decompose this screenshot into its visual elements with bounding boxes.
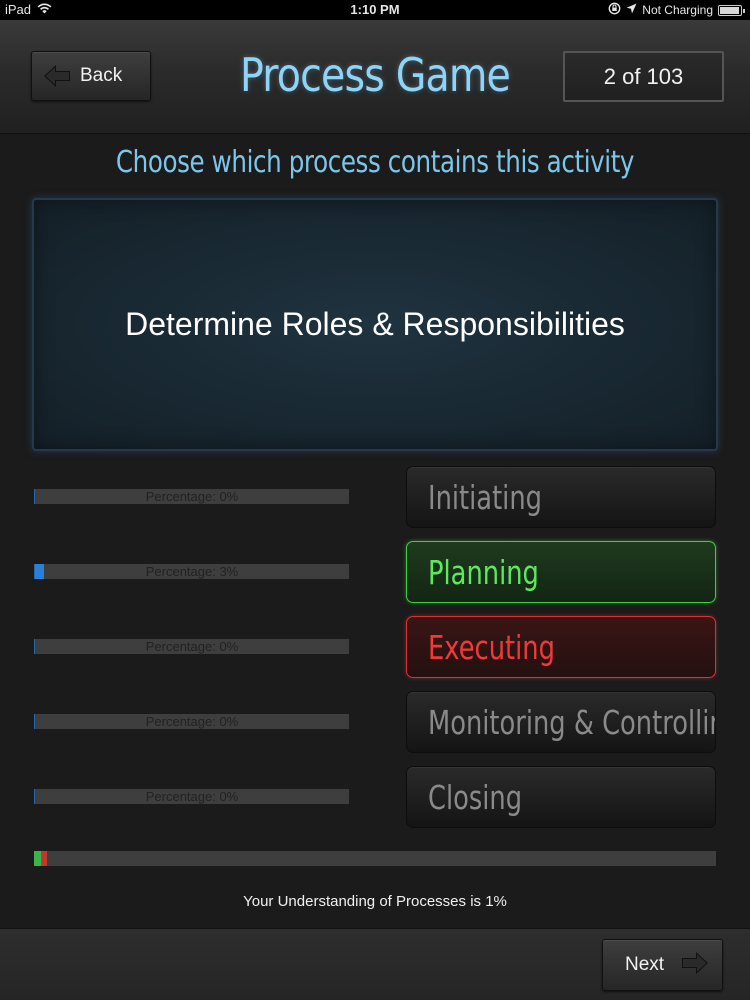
percentage-label: Percentage: 0%	[145, 489, 239, 504]
process-label: Planning	[428, 552, 539, 592]
percentage-bar-monitoring-controlling: Percentage: 0%	[34, 714, 349, 729]
question-counter: 2 of 103	[563, 51, 724, 102]
percentage-label: Percentage: 0%	[145, 789, 239, 804]
activity-card: Determine Roles & Responsibilities	[32, 198, 718, 451]
orientation-lock-icon	[608, 2, 621, 18]
percentage-bar-executing: Percentage: 0%	[34, 639, 349, 654]
understanding-text: Your Understanding of Processes is 1%	[243, 893, 507, 910]
percentage-bar-planning: Percentage: 3%	[34, 564, 349, 579]
header: Back Process Game 2 of 103	[0, 20, 750, 134]
percentage-label: Percentage: 3%	[145, 564, 239, 579]
process-button-executing[interactable]: Executing	[406, 616, 716, 678]
question-prompt: Choose which process contains this activ…	[115, 145, 635, 180]
process-button-initiating[interactable]: Initiating	[406, 466, 716, 528]
status-bar: iPad 1:10 PM Not Charging	[0, 0, 750, 20]
percentage-label: Percentage: 0%	[145, 639, 239, 654]
process-button-closing[interactable]: Closing	[406, 766, 716, 828]
percentage-label: Percentage: 0%	[145, 714, 239, 729]
footer: Next	[0, 928, 750, 1000]
arrow-right-icon	[682, 951, 709, 979]
activity-text: Determine Roles & Responsibilities	[125, 306, 625, 342]
process-label: Closing	[428, 777, 523, 817]
process-label: Monitoring & Controlling	[428, 702, 716, 742]
overall-wrong-fill	[41, 851, 47, 866]
percentage-bar-closing: Percentage: 0%	[34, 789, 349, 804]
process-button-planning[interactable]: Planning	[406, 541, 716, 603]
battery-icon	[718, 4, 745, 16]
charging-status: Not Charging	[642, 3, 713, 17]
process-label: Executing	[428, 627, 555, 667]
overall-progress-bar	[34, 851, 716, 866]
next-label: Next	[625, 954, 665, 975]
location-arrow-icon	[626, 3, 637, 17]
percentage-bar-initiating: Percentage: 0%	[34, 489, 349, 504]
next-button[interactable]: Next	[602, 939, 723, 991]
overall-correct-fill	[34, 851, 41, 866]
process-button-monitoring-controlling[interactable]: Monitoring & Controlling	[406, 691, 716, 753]
process-label: Initiating	[428, 477, 542, 517]
